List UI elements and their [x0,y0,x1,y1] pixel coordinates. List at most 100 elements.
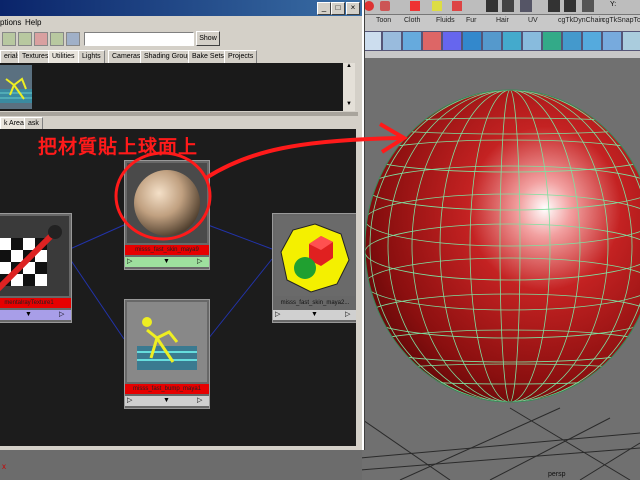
scroll-up-icon[interactable]: ▲ [343,63,355,73]
top-tabs: erials Textures Utilities Lights Cameras… [0,50,358,64]
expand-right-icon[interactable]: ▷ [197,257,202,267]
shelf-icon[interactable] [402,31,422,51]
tool-icon[interactable] [432,1,442,11]
dropdown-icon[interactable]: ▼ [163,396,170,406]
work-tabs: k Area ask [0,117,356,131]
filter-field[interactable] [84,32,194,46]
tool-icon[interactable] [410,1,420,11]
graph-icon[interactable] [34,32,48,46]
shelf-icon[interactable] [582,31,602,51]
sphere-viewport-graphic: persp [360,89,640,480]
maya-bottom-area: x [0,450,362,480]
tab-projects[interactable]: Projects [224,50,258,64]
running-man-icon [0,77,32,103]
ground-grid [360,407,640,480]
shelf-icon[interactable] [502,31,522,51]
graph-icon[interactable] [2,32,16,46]
work-area[interactable]: misss_fast_skin_maya9 ▷ ▼ ▷ mentalrayTex… [0,129,356,446]
expand-right-icon[interactable]: ▷ [197,396,202,406]
maximize-button[interactable]: □ [331,2,345,15]
coordinate-field-label: Y: [610,1,617,8]
splitter[interactable] [0,112,358,116]
menu-bar: ptions Help [0,17,362,30]
shelf-tab-fur[interactable]: Fur [464,15,479,26]
node-skin-right[interactable]: misss_fast_skin_maya2... ▷ ▼ ▷ [272,213,356,323]
shelf-icon[interactable] [602,31,622,51]
graph-icon[interactable] [66,32,80,46]
panel-icon[interactable] [548,0,560,12]
tab-cameras[interactable]: Cameras [108,50,145,64]
node-controls: ▷ ▼ ▷ [273,310,356,320]
utilities-panel [0,63,343,111]
shader-swatch [275,216,355,296]
utility-node-thumbnail[interactable] [0,65,32,109]
shelf-icon[interactable] [542,31,562,51]
node-controls: ▷ ▼ ▷ [125,257,209,267]
shelf-icon[interactable] [422,31,442,51]
expand-right-icon[interactable]: ▷ [345,310,350,320]
node-bump[interactable]: misss_fast_bump_maya1 ▷ ▼ ▷ [124,299,210,409]
node-label: misss_fast_skin_maya9 [125,245,209,255]
title-bar[interactable]: _ □ × [0,0,362,16]
panel-icon[interactable] [582,0,594,12]
maya-shelf: Y: Toon Cloth Fluids Fur Hair UV cgTkDyn… [360,0,640,59]
tab-utilities[interactable]: Utilities [48,50,79,64]
dropdown-icon[interactable]: ▼ [163,257,170,267]
shelf-icon[interactable] [362,31,382,51]
tool-icon[interactable] [364,1,374,11]
node-label: misss_fast_skin_maya2... [280,300,350,306]
panel-icon[interactable] [564,0,576,12]
shelf-icon[interactable] [522,31,542,51]
menu-options[interactable]: ptions [0,18,21,27]
node-controls: ▼ ▷ [0,310,71,320]
shelf-tab-cloth[interactable]: Cloth [402,15,422,26]
menu-help[interactable]: Help [25,18,41,27]
shelf-icon[interactable] [482,31,502,51]
node-label: misss_fast_bump_maya1 [125,384,209,394]
perspective-viewport[interactable]: persp [360,58,640,480]
dropdown-icon[interactable]: ▼ [311,310,318,320]
annotation-text: 把材質貼上球面上 [38,136,199,158]
material-swatch [127,163,207,243]
node-label: mentalrayTexture1 [0,298,71,308]
minimize-button[interactable]: _ [317,2,331,15]
texture-swatch [0,216,69,296]
shelf-tab-uv[interactable]: UV [526,15,540,26]
expand-right-icon[interactable]: ▷ [59,310,64,320]
scroll-down-icon[interactable]: ▼ [343,101,355,111]
tab-bake-sets[interactable]: Bake Sets [188,50,228,64]
node-texture[interactable]: mentalrayTexture1 ▼ ▷ [0,213,72,323]
shelf-icon[interactable] [442,31,462,51]
render-icon[interactable] [520,0,532,12]
dropdown-icon[interactable]: ▼ [25,310,32,320]
axis-x-label: x [2,462,6,471]
graph-icon[interactable] [18,32,32,46]
shelf-icon[interactable] [382,31,402,51]
shelf-icon[interactable] [622,31,640,51]
expand-left-icon[interactable]: ▷ [127,257,132,267]
shelf-tab-cgtksnapto[interactable]: cgTkSnapTo [600,15,640,26]
toolbar: Show [0,31,362,47]
shelf-tab-cgtkdynchain[interactable]: cgTkDynChain [556,15,606,26]
node-skin-top[interactable]: misss_fast_skin_maya9 ▷ ▼ ▷ [124,160,210,270]
expand-left-icon[interactable]: ▷ [275,310,280,320]
hypershade-window: _ □ × ptions Help Show erials Textures U… [0,0,364,450]
tool-icon[interactable] [452,1,462,11]
show-button[interactable]: Show [196,31,220,46]
node-controls: ▷ ▼ ▷ [125,396,209,406]
shelf-tab-hair[interactable]: Hair [494,15,511,26]
shelf-tab-toon[interactable]: Toon [374,15,393,26]
shelf-tab-fluids[interactable]: Fluids [434,15,457,26]
render-icon[interactable] [486,0,498,12]
tab-lights[interactable]: Lights [78,50,105,64]
expand-left-icon[interactable]: ▷ [127,396,132,406]
persp-camera-label: persp [548,471,566,478]
graph-icon[interactable] [50,32,64,46]
render-icon[interactable] [502,0,514,12]
shelf-icon[interactable] [462,31,482,51]
close-button[interactable]: × [346,2,360,15]
vertical-scrollbar[interactable]: ▲ ▼ [343,63,355,111]
bump-swatch [127,302,207,382]
tool-icon[interactable] [380,1,390,11]
shelf-icon[interactable] [562,31,582,51]
